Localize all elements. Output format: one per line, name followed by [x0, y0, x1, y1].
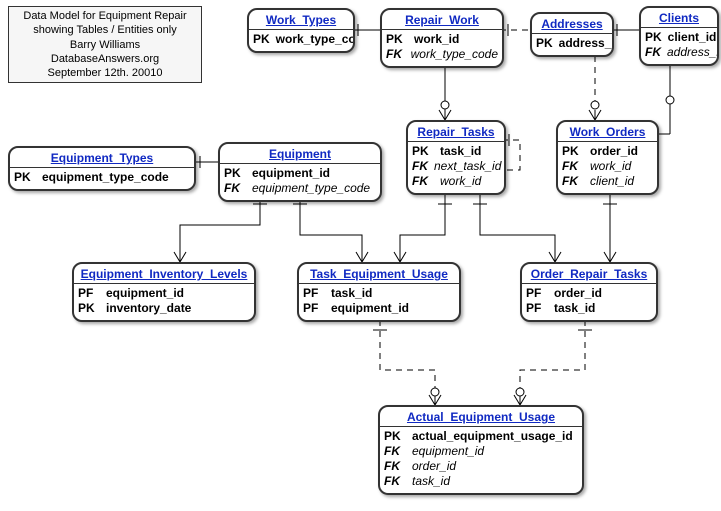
col-key: PK: [384, 429, 406, 444]
entity-title: Order_Repair_Tasks: [522, 264, 656, 284]
col-name: work_id: [590, 159, 631, 174]
entity-title: Repair_Tasks: [408, 122, 504, 142]
entity-clients: Clients PK client_id FK address_id: [639, 6, 719, 66]
col-key: FK: [562, 159, 584, 174]
col-name: address_id: [667, 45, 719, 60]
col-name: order_id: [554, 286, 602, 301]
col-key: PF: [303, 286, 325, 301]
entity-title: Repair_Work: [382, 10, 502, 30]
col-key: FK: [562, 174, 584, 189]
entity-columns: PKtask_id FKnext_task_id FKwork_id: [408, 142, 504, 193]
col-name: client_id: [590, 174, 634, 189]
col-key: FK: [412, 159, 428, 174]
entity-columns: PF task_id PF equipment_id: [299, 284, 459, 320]
col-name: order_id: [590, 144, 638, 159]
col-name: task_id: [331, 286, 372, 301]
col-name: equipment_id: [331, 301, 409, 316]
entity-columns: PF equipment_id PK inventory_date: [74, 284, 254, 320]
caption-line: Data Model for Equipment Repair: [15, 9, 195, 23]
entity-order-repair-tasks: Order_Repair_Tasks PF order_id PF task_id: [520, 262, 658, 322]
col-name: order_id: [412, 459, 456, 474]
entity-columns: PK equipment_type_code: [10, 168, 194, 189]
col-key: PK: [412, 144, 434, 159]
caption-line: DatabaseAnswers.org: [15, 52, 195, 66]
col-name: client_id: [668, 30, 717, 45]
entity-work-orders: Work_Orders PK order_id FK work_id FK clien…: [556, 120, 659, 195]
col-key: PF: [303, 301, 325, 316]
entity-equipment-types: Equipment_Types PK equipment_type_code: [8, 146, 196, 191]
entity-columns: PK equipment_id FK equipment_type_code: [220, 164, 380, 200]
entity-columns: PK work_type_code: [249, 30, 353, 51]
entity-title: Actual_Equipment_Usage: [380, 407, 582, 427]
col-key: PK: [253, 32, 270, 47]
col-key: FK: [384, 474, 406, 489]
entity-title: Work_Orders: [558, 122, 657, 142]
entity-equipment-inventory-levels: Equipment_Inventory_Levels PF equipment_i…: [72, 262, 256, 322]
entity-repair-tasks: Repair_Tasks PKtask_id FKnext_task_id FK…: [406, 120, 506, 195]
entity-title: Equipment_Types: [10, 148, 194, 168]
entity-title: Addresses: [532, 14, 612, 34]
col-name: task_id: [554, 301, 595, 316]
col-key: PK: [645, 30, 662, 45]
col-name: equipment_id: [252, 166, 330, 181]
col-name: next_task_id: [434, 159, 501, 174]
col-name: equipment_id: [106, 286, 184, 301]
entity-title: Equipment_Inventory_Levels: [74, 264, 254, 284]
caption-line: showing Tables / Entities only: [15, 23, 195, 37]
col-key: FK: [412, 174, 434, 189]
col-name: inventory_date: [106, 301, 191, 316]
col-key: PK: [224, 166, 246, 181]
col-key: PF: [78, 286, 100, 301]
entity-actual-equipment-usage: Actual_Equipment_Usage PK actual_equipmen…: [378, 405, 584, 495]
col-name: work_type_code: [276, 32, 355, 47]
col-key: PK: [536, 36, 553, 51]
entity-addresses: Addresses PK address_id: [530, 12, 614, 57]
entity-columns: PF order_id PF task_id: [522, 284, 656, 320]
col-key: FK: [645, 45, 661, 60]
entity-columns: PK address_id: [532, 34, 612, 55]
caption-line: Barry Williams: [15, 38, 195, 52]
col-key: FK: [224, 181, 246, 196]
col-name: address_id: [559, 36, 614, 51]
entity-title: Equipment: [220, 144, 380, 164]
entity-task-equipment-usage: Task_Equipment_Usage PF task_id PF equipme…: [297, 262, 461, 322]
col-key: FK: [384, 459, 406, 474]
caption-line: September 12th. 20010: [15, 66, 195, 80]
col-key: PF: [526, 286, 548, 301]
col-name: task_id: [440, 144, 481, 159]
col-key: PK: [78, 301, 100, 316]
col-name: equipment_id: [412, 444, 484, 459]
col-name: work_type_code: [411, 47, 498, 62]
col-key: PK: [14, 170, 36, 185]
entity-columns: PK work_id FK work_type_code: [382, 30, 502, 66]
col-name: work_id: [414, 32, 459, 47]
col-name: work_id: [440, 174, 481, 189]
entity-title: Clients: [641, 8, 717, 28]
col-key: FK: [386, 47, 405, 62]
diagram-caption: Data Model for Equipment Repair showing …: [8, 6, 202, 83]
entity-repair-work: Repair_Work PK work_id FK work_type_code: [380, 8, 504, 68]
entity-columns: PK actual_equipment_usage_id FK equipment_…: [380, 427, 582, 493]
entity-title: Task_Equipment_Usage: [299, 264, 459, 284]
col-name: equipment_type_code: [42, 170, 169, 185]
entity-columns: PK order_id FK work_id FK client_id: [558, 142, 657, 193]
entity-work-types: Work_Types PK work_type_code: [247, 8, 355, 53]
col-key: PK: [386, 32, 408, 47]
col-name: actual_equipment_usage_id: [412, 429, 573, 444]
col-key: FK: [384, 444, 406, 459]
entity-equipment: Equipment PK equipment_id FK equipment_typ…: [218, 142, 382, 202]
col-name: task_id: [412, 474, 450, 489]
col-key: PK: [562, 144, 584, 159]
col-name: equipment_type_code: [252, 181, 370, 196]
entity-columns: PK client_id FK address_id: [641, 28, 717, 64]
col-key: PF: [526, 301, 548, 316]
entity-title: Work_Types: [249, 10, 353, 30]
